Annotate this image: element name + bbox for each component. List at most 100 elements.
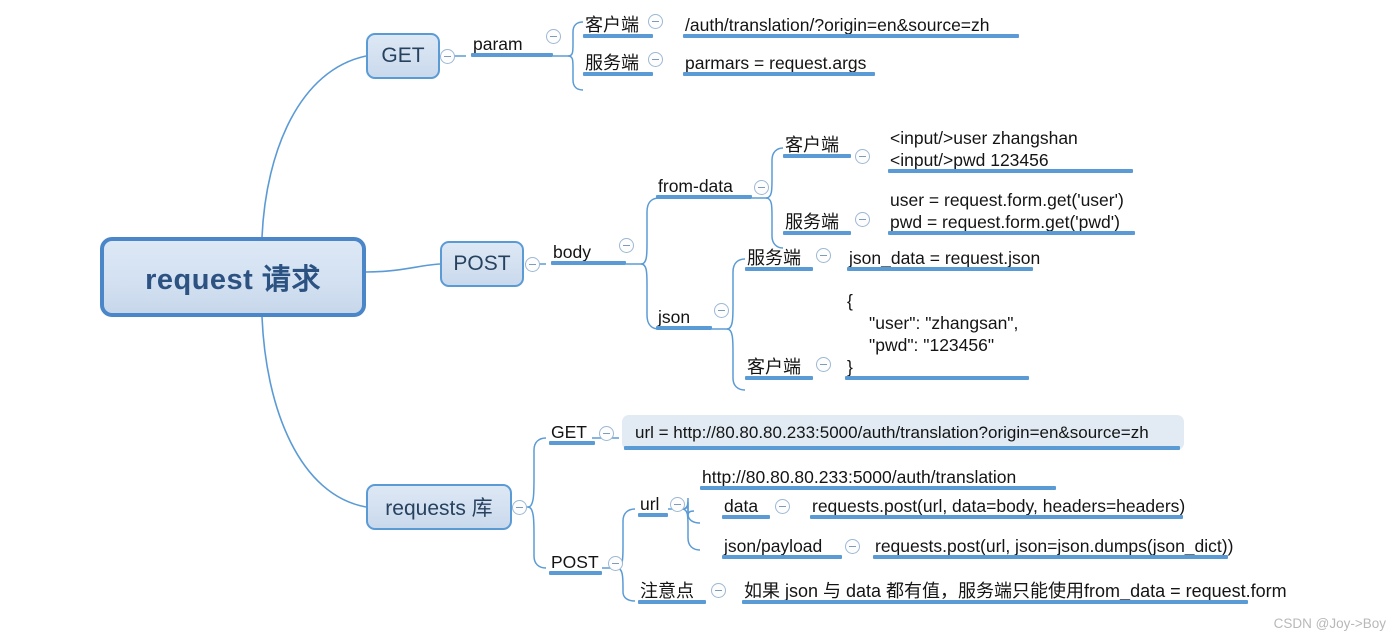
formdata-server-line1: user = request.form.get('user') [890, 190, 1124, 210]
node-req-note-value-text: 如果 json 与 data 都有值，服务端只能使用from_data = re… [744, 581, 1287, 601]
node-json-server-value-underline [847, 267, 1033, 271]
node-formdata-server[interactable]: 服务端 [783, 203, 851, 235]
node-json-client-label: 客户端 [747, 357, 801, 377]
node-json-server-underline [745, 267, 813, 271]
node-req-url-data-value-underline [810, 515, 1183, 519]
node-get-server-value[interactable]: parmars = request.args [683, 44, 875, 76]
node-req-url-jsonpayload[interactable]: json/payload [722, 529, 842, 559]
node-param-label: param [473, 34, 523, 54]
formdata-server-line2: pwd = request.form.get('pwd') [890, 212, 1120, 232]
node-req-note-value-underline [742, 600, 1248, 604]
node-get-client-value-underline [683, 34, 1019, 38]
node-body-underline [551, 261, 626, 265]
node-get[interactable]: GET [366, 33, 440, 79]
node-req-url-jsonpayload-value[interactable]: requests.post(url, json=json.dumps(json_… [873, 529, 1234, 559]
toggle-post[interactable] [525, 257, 540, 272]
node-formdata-server-label: 服务端 [785, 212, 839, 232]
node-req-get-url-text: url = http://80.80.80.233:5000/auth/tran… [635, 422, 1149, 442]
node-body[interactable]: body [551, 232, 626, 265]
node-formdata-client[interactable]: 客户端 [783, 126, 851, 158]
node-post[interactable]: POST [440, 241, 524, 287]
node-json[interactable]: json [656, 297, 712, 330]
node-get-server-underline [583, 72, 653, 76]
node-req-url-jsonpayload-label: json/payload [724, 536, 823, 556]
node-from-data[interactable]: from-data [656, 166, 752, 199]
node-json-client-value-underline [845, 376, 1029, 380]
node-get-client[interactable]: 客户端 [583, 6, 653, 38]
toggle-get[interactable] [440, 49, 455, 64]
root-node-label: request 请求 [145, 264, 321, 296]
node-formdata-server-value-underline [888, 231, 1135, 235]
node-req-url-jsonpayload-value-underline [873, 555, 1228, 559]
node-req-get-url-underline [624, 446, 1180, 450]
node-get-server-label: 服务端 [585, 53, 639, 73]
node-from-data-underline [656, 195, 752, 199]
json-client-line1: { [847, 291, 853, 311]
toggle-json-server[interactable] [816, 248, 831, 263]
node-req-note-label: 注意点 [640, 581, 694, 601]
toggle-get-client[interactable] [648, 14, 663, 29]
node-get-server-value-text: parmars = request.args [685, 53, 867, 73]
node-requests-lib[interactable]: requests 库 [366, 484, 512, 530]
node-req-get[interactable]: GET [549, 415, 595, 445]
formdata-client-line1: <input/>user zhangshan [890, 128, 1078, 148]
node-req-url-underline [638, 513, 668, 517]
node-param[interactable]: param [471, 24, 553, 57]
node-get-server-value-underline [683, 72, 875, 76]
mindmap-canvas: request 请求 GET param 客户端 /auth/translati… [0, 0, 1396, 637]
watermark: CSDN @Joy->Boy [1273, 616, 1386, 631]
node-req-url-value[interactable]: http://80.80.80.233:5000/auth/translatio… [700, 459, 1056, 490]
node-req-url-data-value[interactable]: requests.post(url, data=body, headers=he… [810, 489, 1186, 519]
toggle-req-url-data[interactable] [775, 499, 790, 514]
node-json-server-label: 服务端 [747, 248, 801, 268]
json-client-line4: } [847, 357, 853, 377]
node-get-client-value[interactable]: /auth/translation/?origin=en&source=zh [683, 6, 1019, 38]
node-get-server[interactable]: 服务端 [583, 44, 653, 76]
node-get-label: GET [381, 44, 425, 67]
node-req-get-underline [549, 441, 595, 445]
node-req-url-jsonpayload-value-text: requests.post(url, json=json.dumps(json_… [875, 536, 1234, 556]
toggle-req-get[interactable] [599, 426, 614, 441]
node-post-label: POST [453, 252, 511, 275]
node-req-url-data-label: data [724, 496, 759, 516]
json-client-line2: "user": "zhangsan", [869, 313, 1019, 333]
node-req-url-data-underline [722, 515, 770, 519]
node-json-client-value[interactable]: { "user": "zhangsan", "pwd": "123456" } [845, 285, 1029, 380]
node-req-url-data-value-text: requests.post(url, data=body, headers=he… [812, 496, 1186, 516]
node-json-server[interactable]: 服务端 [745, 239, 813, 271]
node-req-note[interactable]: 注意点 [638, 574, 706, 604]
node-json-server-value-text: json_data = request.json [849, 248, 1041, 268]
node-formdata-server-value[interactable]: user = request.form.get('user') pwd = re… [888, 188, 1135, 235]
toggle-json[interactable] [714, 303, 729, 318]
formdata-client-line2: <input/>pwd 123456 [890, 150, 1049, 170]
toggle-from-data[interactable] [754, 180, 769, 195]
node-req-url-data[interactable]: data [722, 489, 770, 519]
node-formdata-client-value[interactable]: <input/>user zhangshan <input/>pwd 12345… [888, 126, 1133, 173]
node-req-url-jsonpayload-underline [722, 555, 842, 559]
node-get-client-underline [583, 34, 653, 38]
root-node[interactable]: request 请求 [100, 237, 366, 317]
node-formdata-client-label: 客户端 [785, 135, 839, 155]
node-json-server-value[interactable]: json_data = request.json [847, 239, 1041, 271]
toggle-get-server[interactable] [648, 52, 663, 67]
toggle-param[interactable] [546, 29, 561, 44]
node-json-label: json [658, 307, 691, 327]
node-param-underline [471, 53, 553, 57]
toggle-req-url-jsonpayload[interactable] [845, 539, 860, 554]
toggle-body[interactable] [619, 238, 634, 253]
toggle-req-note[interactable] [711, 583, 726, 598]
toggle-formdata-client[interactable] [855, 149, 870, 164]
node-req-url[interactable]: url [638, 487, 668, 517]
toggle-requests-lib[interactable] [512, 500, 527, 515]
node-body-label: body [553, 242, 591, 262]
json-client-line3: "pwd": "123456" [869, 335, 995, 355]
node-req-url-label: url [640, 494, 660, 514]
toggle-formdata-server[interactable] [855, 212, 870, 227]
node-json-client[interactable]: 客户端 [745, 348, 813, 380]
node-req-post[interactable]: POST [549, 545, 602, 575]
node-req-note-value[interactable]: 如果 json 与 data 都有值，服务端只能使用from_data = re… [742, 574, 1287, 604]
toggle-json-client[interactable] [816, 357, 831, 372]
toggle-req-url[interactable] [670, 497, 685, 512]
toggle-req-post[interactable] [608, 556, 623, 571]
node-req-get-url[interactable]: url = http://80.80.80.233:5000/auth/tran… [622, 415, 1184, 450]
